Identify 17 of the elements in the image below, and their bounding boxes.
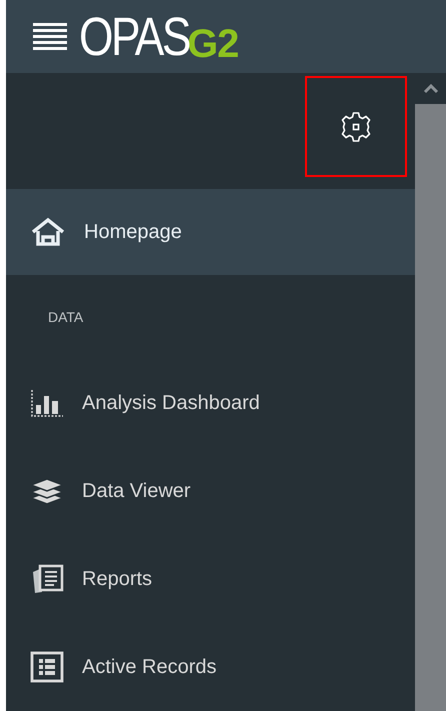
- settings-icon: [339, 110, 373, 144]
- scroll-up-button[interactable]: [415, 73, 446, 104]
- nav-item[interactable]: Active Records: [6, 623, 415, 711]
- logo-text: OPAS: [79, 10, 189, 64]
- chevron-up-icon: [422, 84, 438, 94]
- nav-item[interactable]: Analysis Dashboard: [6, 359, 415, 447]
- settings-button[interactable]: [305, 76, 407, 177]
- home-icon: [30, 217, 66, 247]
- menu-icon[interactable]: [33, 23, 67, 50]
- logo-accent-text: G2: [187, 24, 238, 64]
- nav-item[interactable]: Reports: [6, 535, 415, 623]
- nav-item[interactable]: Data Viewer: [6, 447, 415, 535]
- documents-icon: [30, 564, 64, 594]
- section-heading: DATA: [48, 308, 84, 326]
- list-icon: [30, 651, 64, 683]
- nav-item[interactable]: Homepage: [6, 189, 415, 275]
- bar-chart-icon: [30, 388, 64, 418]
